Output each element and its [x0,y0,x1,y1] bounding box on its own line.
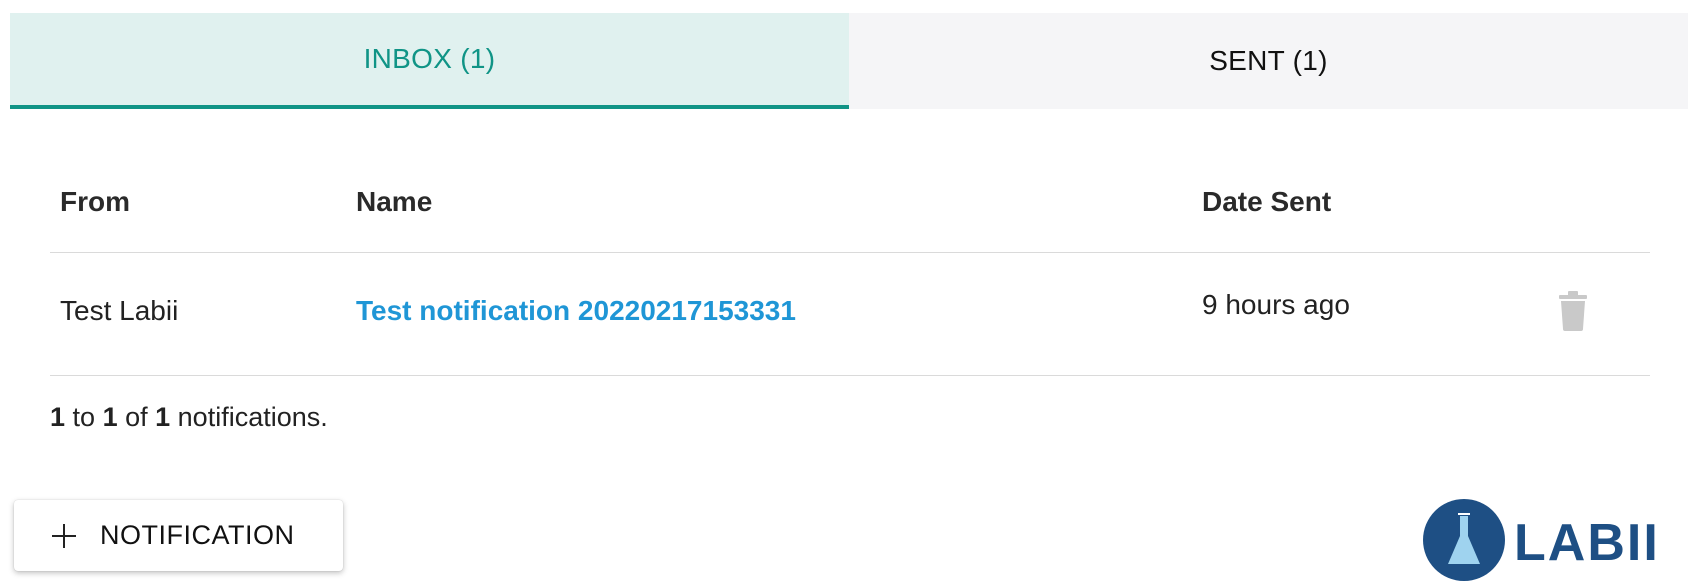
tab-bar: INBOX (1) SENT (1) [10,13,1688,109]
column-header-from[interactable]: From [60,186,130,218]
notifications-table: From Name Date Sent Test Labii Test noti… [50,150,1650,376]
tab-inbox[interactable]: INBOX (1) [10,13,849,109]
add-notification-label: NOTIFICATION [100,520,295,550]
logo-text: LABII [1514,514,1660,572]
pagination-end: 1 [102,402,118,432]
plus-icon [50,522,78,550]
table-row: Test Labii Test notification 20220217153… [50,253,1650,376]
column-header-name[interactable]: Name [356,186,432,218]
notification-name-link[interactable]: Test notification 20220217153331 [356,295,796,327]
pagination-summary: 1 to 1 of 1 notifications. [50,402,328,433]
row-date-sent: 9 hours ago [1202,289,1350,320]
pagination-suffix: notifications. [170,402,328,432]
flask-icon: LABII [1423,499,1660,581]
trash-icon[interactable] [1558,291,1588,331]
add-notification-button[interactable]: NOTIFICATION [14,500,343,571]
table-header-row: From Name Date Sent [50,150,1650,253]
pagination-start: 1 [50,402,66,432]
pagination-sep-of: of [117,402,156,432]
row-from: Test Labii [60,295,179,326]
pagination-total: 1 [155,402,171,432]
tab-sent[interactable]: SENT (1) [849,13,1688,109]
pagination-sep-to: to [65,402,103,432]
labii-logo: LABII [1422,498,1698,582]
column-header-date-sent[interactable]: Date Sent [1202,186,1331,218]
